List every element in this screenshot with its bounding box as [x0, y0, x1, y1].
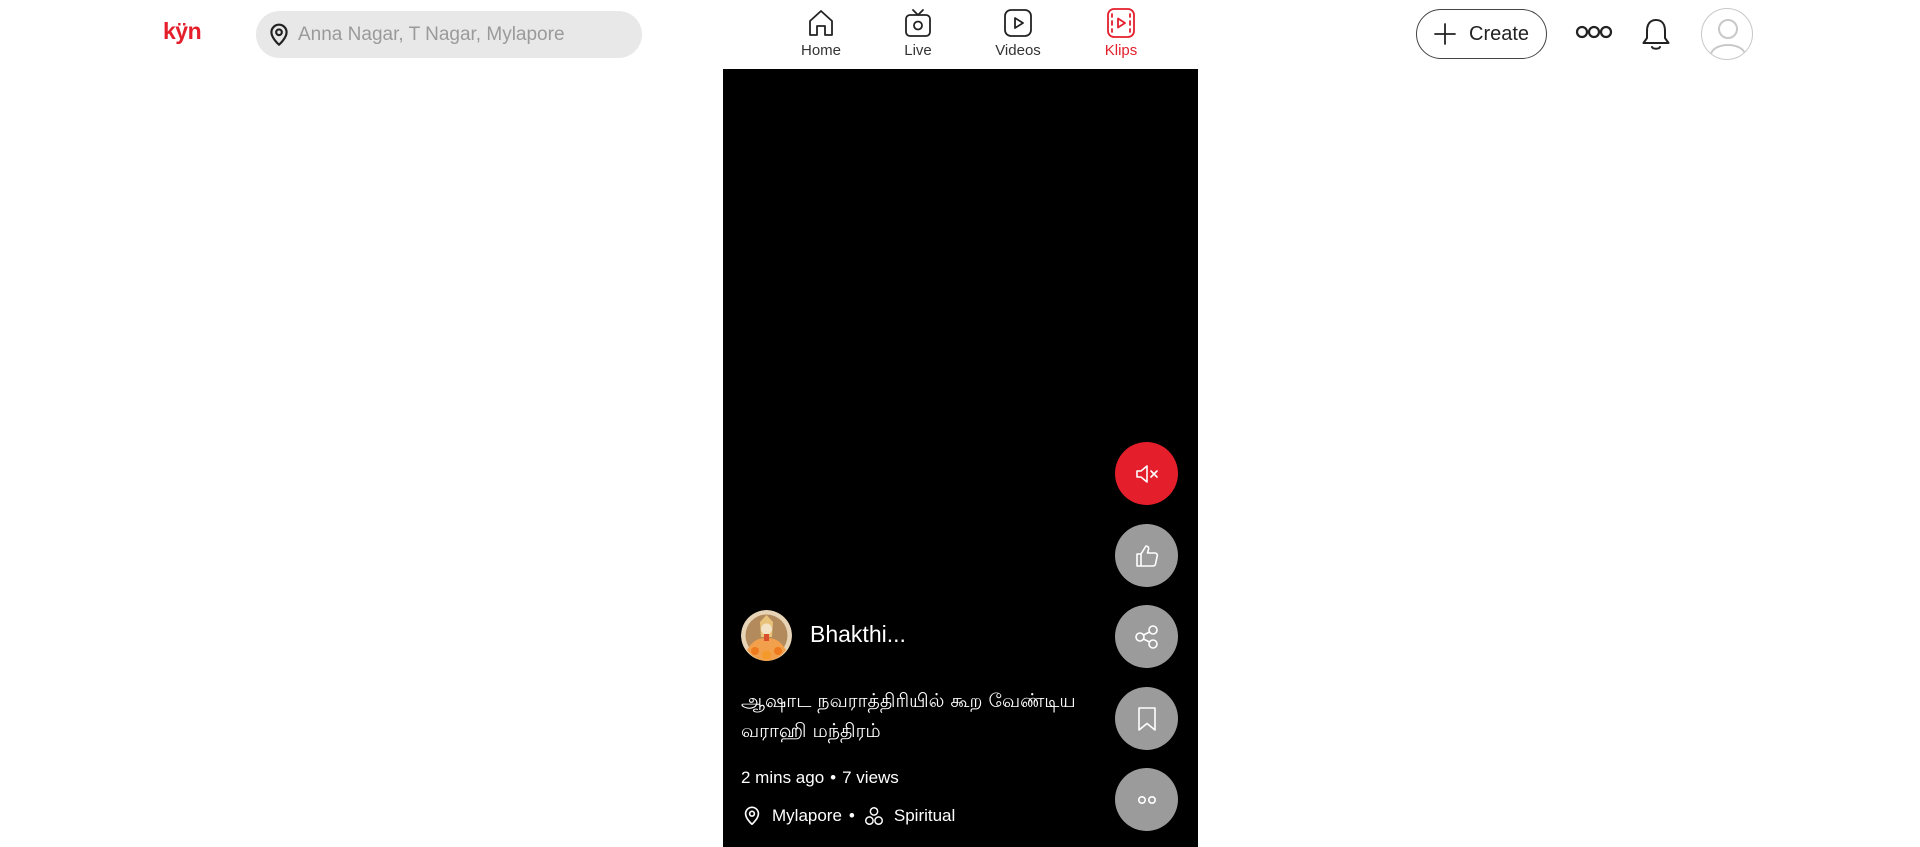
klips-reel-icon — [1107, 8, 1135, 38]
nav-home[interactable]: Home — [776, 6, 866, 62]
search-input[interactable] — [296, 11, 626, 58]
nav-klips-label: Klips — [1104, 42, 1138, 59]
location-pin-icon — [744, 806, 760, 826]
time-ago: 2 mins ago — [741, 768, 825, 787]
profile-avatar-button[interactable] — [1701, 8, 1753, 60]
view-count: 7 views — [842, 768, 899, 787]
klip-tags: Mylapore • Spiritual — [741, 803, 955, 829]
category-icon — [864, 807, 883, 825]
nav-home-label: Home — [800, 42, 841, 59]
kyn-logo[interactable]: kÿn — [163, 18, 202, 45]
channel-name[interactable]: Bhakthi... — [810, 621, 906, 648]
klip-caption: ஆஷாட நவராத்திரியில் கூற வேண்டிய வராஹி மந… — [741, 690, 1076, 742]
mute-button[interactable] — [1115, 442, 1178, 505]
like-button[interactable] — [1115, 524, 1178, 587]
home-icon — [809, 10, 833, 36]
more-menu-button[interactable] — [1574, 18, 1614, 46]
create-button-label: Create — [1469, 23, 1530, 45]
save-button[interactable] — [1115, 687, 1178, 750]
more-options-button[interactable] — [1115, 768, 1178, 831]
share-button[interactable] — [1115, 605, 1178, 668]
bookmark-icon — [1137, 706, 1156, 731]
more-options-icon — [1137, 795, 1156, 804]
notifications-button[interactable] — [1637, 15, 1675, 53]
video-play-icon — [1004, 9, 1032, 37]
meta-separator: • — [830, 768, 837, 787]
klip-video-player[interactable]: Bhakthi... ஆஷாட நவராத்திரியில் கூற வேண்ட… — [723, 69, 1198, 847]
user-avatar-icon — [1710, 19, 1746, 55]
tag-separator: • — [848, 806, 855, 825]
klip-meta: 2 mins ago • 7 views — [741, 768, 899, 788]
share-icon — [1134, 624, 1158, 649]
location-tag[interactable]: Mylapore — [772, 806, 842, 826]
create-button[interactable]: Create — [1416, 9, 1547, 59]
top-header: kÿn Home Live Videos — [0, 0, 1920, 69]
live-tv-icon — [905, 9, 931, 37]
deity-thumbnail-icon — [741, 610, 792, 661]
nav-videos-label: Videos — [995, 42, 1041, 59]
bell-icon — [1642, 19, 1670, 50]
nav-videos[interactable]: Videos — [973, 6, 1063, 62]
nav-live-label: Live — [904, 42, 932, 59]
location-search[interactable] — [256, 11, 642, 58]
plus-icon — [1434, 23, 1456, 45]
nav-live[interactable]: Live — [873, 6, 963, 62]
thumbs-up-icon — [1135, 544, 1158, 567]
category-tag[interactable]: Spiritual — [894, 806, 955, 826]
nav-klips[interactable]: Klips — [1076, 6, 1166, 62]
location-pin-icon — [270, 23, 288, 46]
more-icon — [1575, 25, 1613, 39]
volume-mute-icon — [1135, 464, 1158, 483]
channel-avatar[interactable] — [741, 610, 792, 661]
